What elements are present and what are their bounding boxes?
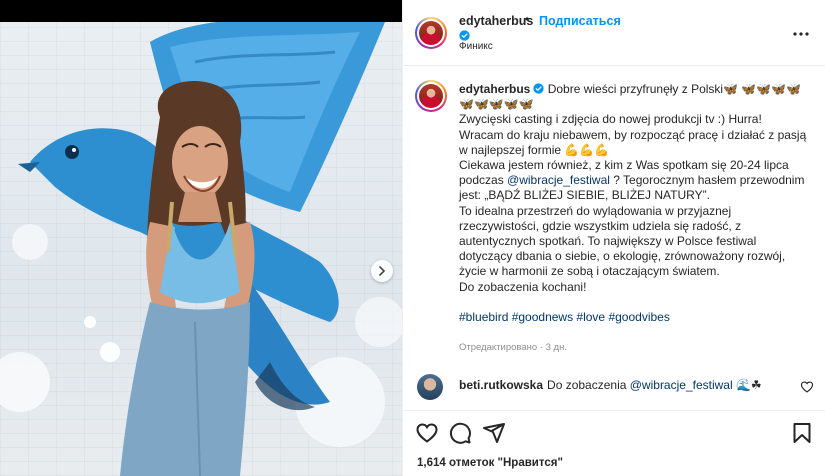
comment-icon[interactable] (448, 421, 472, 445)
more-options-icon (793, 32, 809, 36)
media-letterbox (0, 0, 402, 22)
post-photo (0, 22, 402, 476)
mention-link[interactable]: @wibracje_festiwal (507, 173, 610, 187)
bookmark-icon[interactable] (790, 421, 814, 445)
more-options-button[interactable] (791, 24, 811, 44)
caption-p4: To idealna przestrzeń do wylądowania w p… (459, 203, 786, 279)
caption-p1: Zwycięski casting i zdjęcia do nowej pro… (459, 112, 762, 127)
carousel-next-button[interactable] (371, 260, 393, 282)
likes-count[interactable]: 1,614 отметок "Нравится" (417, 457, 563, 469)
verified-badge-icon (533, 83, 544, 94)
header-separator: • (525, 12, 530, 26)
caption-username[interactable]: edytaherbus (459, 82, 530, 96)
comment-mention-link[interactable]: @wibracje_festiwal (630, 378, 733, 392)
comment-item: beti.rutkowska Do zobaczenia @wibracje_fe… (403, 368, 825, 408)
post-media[interactable] (0, 0, 402, 476)
hashtags[interactable]: #bluebird #goodnews #love #goodvibes (459, 310, 809, 325)
caption-p2: Wracam do kraju niebawem, by rozpocząć p… (459, 127, 807, 157)
caption-text: edytaherbus Dobre wieści przyfrunęły z P… (459, 82, 809, 325)
caption-line1b: 🦋🦋🦋🦋🦋 (459, 97, 534, 112)
heart-icon[interactable] (415, 421, 439, 445)
author-avatar[interactable] (415, 17, 447, 49)
verified-badge-icon (459, 30, 470, 41)
commenter-avatar[interactable] (417, 374, 443, 400)
comment-text: beti.rutkowska Do zobaczenia @wibracje_fe… (459, 378, 762, 392)
caption-author-avatar[interactable] (415, 80, 447, 112)
caption-p5: Do zobaczenia kochani! (459, 279, 587, 294)
comment-after: 🌊☘ (732, 378, 762, 392)
commenter-username[interactable]: beti.rutkowska (459, 378, 543, 392)
photo-illustration (0, 22, 402, 476)
follow-button[interactable]: Подписаться (539, 14, 621, 28)
post-panel: edytaherbus • Подписаться Финикс edytahe… (402, 0, 825, 476)
caption-meta: Отредактировано · 3 дн. (459, 342, 567, 353)
post-location[interactable]: Финикс (459, 41, 493, 52)
author-username[interactable]: edytaherbus (459, 14, 533, 28)
chevron-right-icon (379, 266, 385, 276)
post-header: edytaherbus • Подписаться Финикс (403, 0, 825, 66)
caption-line1: Dobre wieści przyfrunęły z Polski🦋 🦋🦋🦋🦋 (547, 82, 802, 96)
share-icon[interactable] (482, 421, 506, 445)
post-actions (403, 410, 825, 454)
post-caption: edytaherbus Dobre wieści przyfrunęły z P… (403, 67, 825, 362)
comment-before: Do zobaczenia (547, 378, 630, 392)
caption-p3: Ciekawa jestem również, z kim z Was spot… (459, 158, 809, 204)
comment-like-heart-icon[interactable] (800, 380, 814, 394)
